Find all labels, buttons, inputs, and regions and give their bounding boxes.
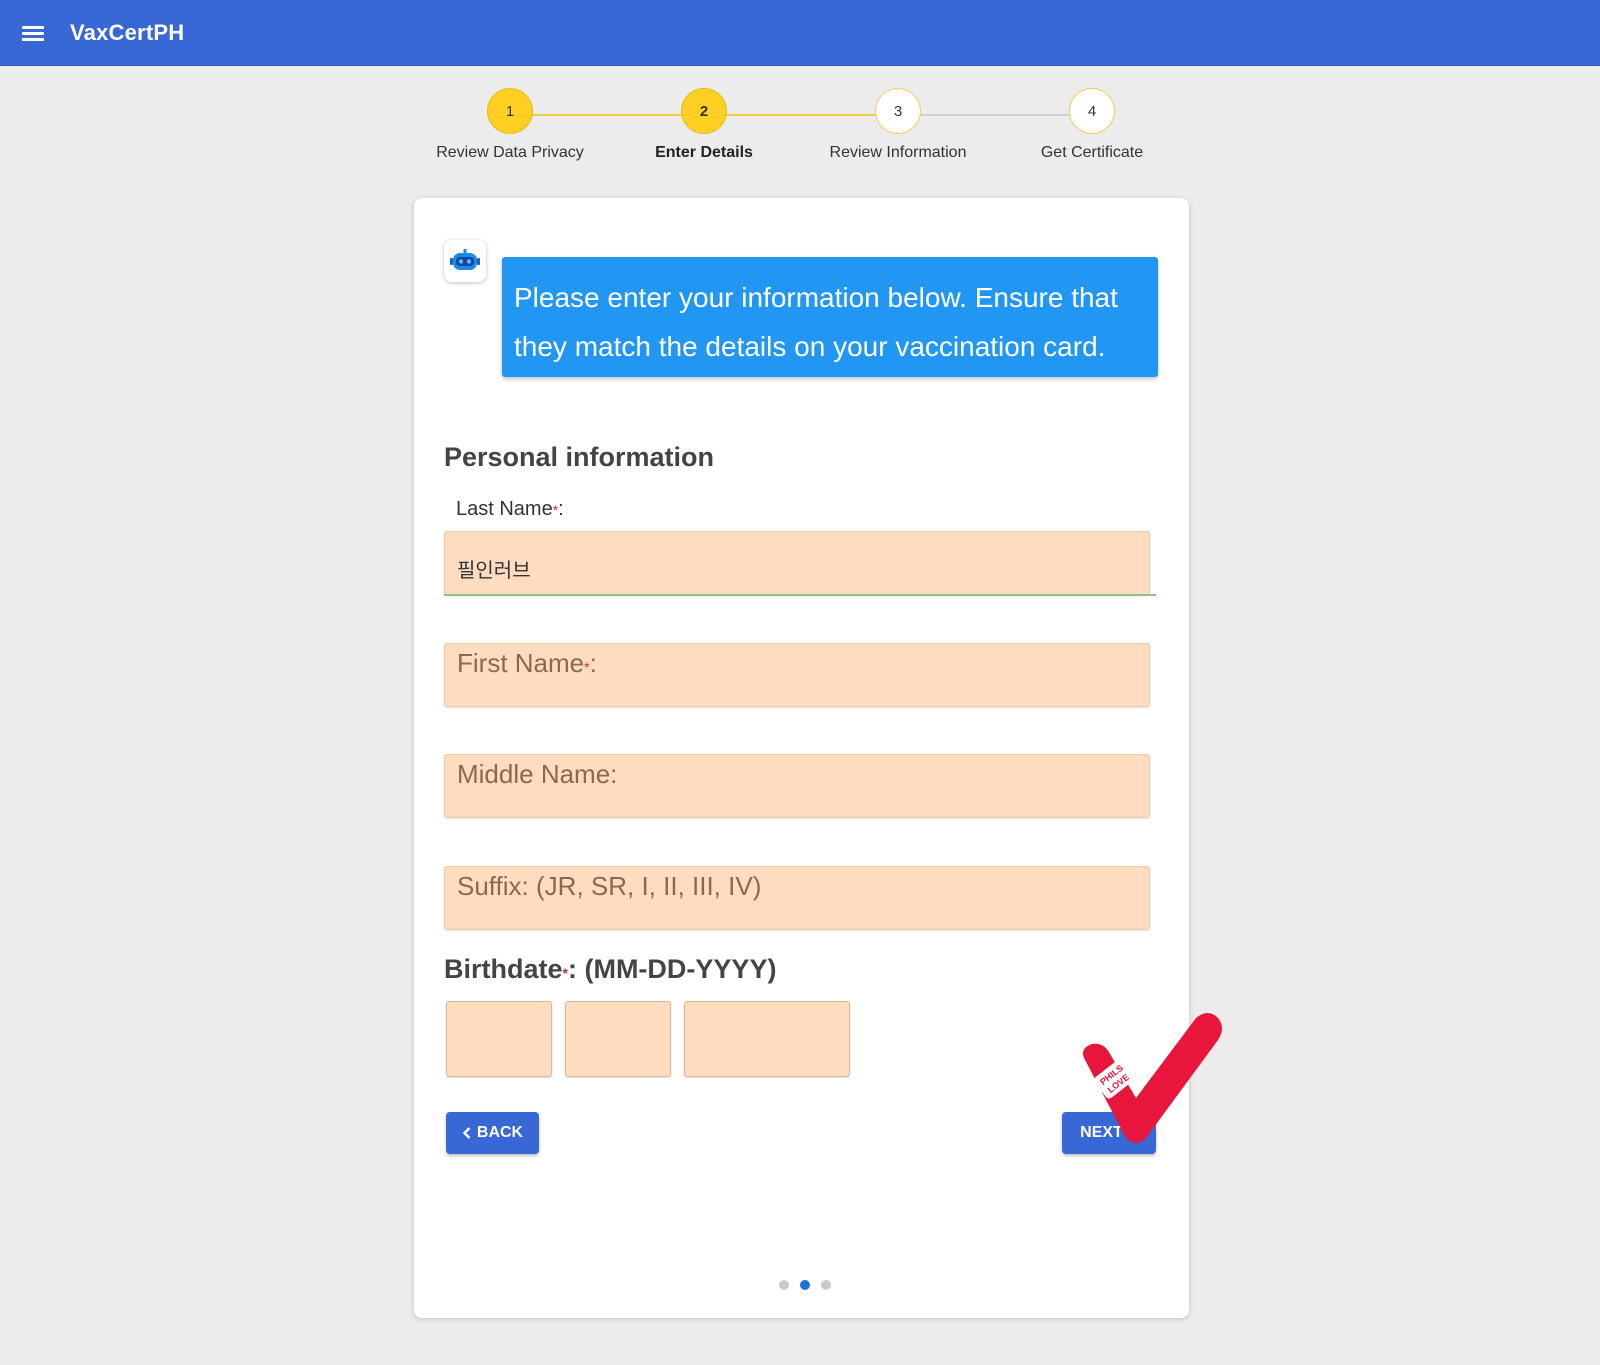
middle-name-input[interactable]: Middle Name: (444, 754, 1150, 818)
step-1-label: Review Data Privacy (436, 144, 584, 161)
birthdate-month-input[interactable] (446, 1001, 552, 1077)
last-name-value: 필인러브 (457, 560, 531, 582)
suffix-placeholder: Suffix: (JR, SR, I, II, III, IV) (457, 871, 762, 901)
step-review-information: 3 Review Information (798, 88, 998, 162)
app-title: VaxCertPH (70, 19, 185, 45)
phils-love-checkmark-icon: PHILS LOVE (1083, 1013, 1222, 1143)
step-enter-details: 2 Enter Details (604, 88, 804, 162)
step-3-label: Review Information (829, 144, 967, 161)
step-2-label: Enter Details (655, 144, 753, 161)
progress-stepper: 1 Review Data Privacy 2 Enter Details 3 … (0, 88, 1600, 178)
pagination-dot-3[interactable] (821, 1280, 831, 1290)
pagination-dots (779, 1280, 831, 1290)
back-button[interactable]: BACK (446, 1112, 539, 1154)
step-1-circle: 1 (487, 88, 533, 134)
hamburger-menu-icon[interactable] (22, 24, 46, 42)
pagination-dot-1[interactable] (779, 1280, 789, 1290)
birthdate-year-input[interactable] (684, 1001, 850, 1077)
step-4-circle: 4 (1069, 88, 1115, 134)
back-button-label: BACK (476, 1124, 524, 1141)
birthdate-day-input[interactable] (565, 1001, 671, 1077)
app-bar: VaxCertPH (0, 0, 1600, 66)
middle-name-placeholder: Middle Name: (457, 759, 618, 789)
last-name-label: Last Name*: (456, 498, 564, 520)
step-3-circle: 3 (875, 88, 921, 134)
last-name-focus-underline (444, 594, 1156, 596)
step-review-data-privacy: 1 Review Data Privacy (410, 88, 610, 162)
first-name-placeholder: First Name*: (457, 648, 597, 678)
first-name-input[interactable]: First Name*: (444, 643, 1150, 707)
section-title-personal-information: Personal information (444, 442, 715, 472)
step-2-circle: 2 (681, 88, 727, 134)
chevron-left-icon (462, 1127, 471, 1139)
pagination-dot-2[interactable] (800, 1280, 810, 1290)
details-card: Please enter your information below. Ens… (414, 198, 1189, 1318)
birthdate-label: Birthdate*: (MM-DD-YYYY) (444, 954, 777, 984)
suffix-input[interactable]: Suffix: (JR, SR, I, II, III, IV) (444, 866, 1150, 930)
robot-icon (444, 240, 486, 282)
instruction-message-bubble: Please enter your information below. Ens… (502, 257, 1158, 377)
last-name-input[interactable]: 필인러브 (444, 531, 1150, 595)
step-get-certificate: 4 Get Certificate (992, 88, 1192, 162)
step-4-label: Get Certificate (1040, 144, 1144, 161)
